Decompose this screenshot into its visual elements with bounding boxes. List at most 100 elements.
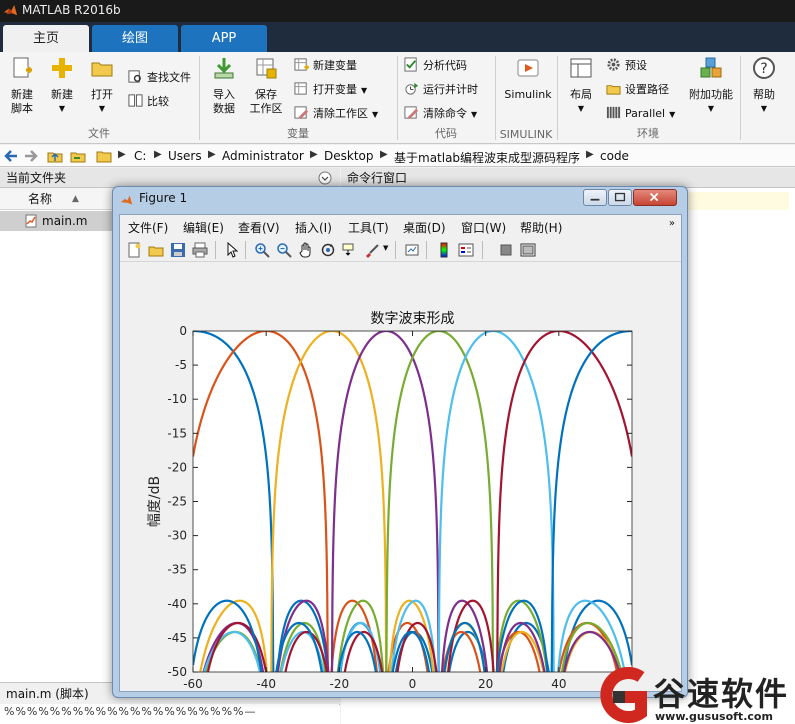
run-and-time-label: 运行并计时 — [423, 83, 478, 96]
x-tick-label: 0 — [409, 677, 417, 691]
new-script-button[interactable]: 新建 脚本 — [4, 56, 40, 116]
clear-commands-button[interactable]: 清除命令 ▼ — [404, 104, 477, 124]
menu-edit[interactable]: 编辑(E) — [183, 219, 224, 236]
breadcrumb-item[interactable]: code — [600, 149, 629, 163]
tab-plots[interactable]: 绘图 — [92, 25, 178, 52]
parallel-button[interactable]: Parallel ▼ — [606, 104, 675, 124]
y-tick-label: -45 — [167, 631, 187, 645]
edit-plot-pointer-icon[interactable] — [224, 242, 240, 258]
group-label-code: 代码 — [435, 127, 457, 140]
find-files-button[interactable]: 查找文件 — [128, 68, 191, 88]
new-variable-label: 新建变量 — [313, 59, 357, 72]
current-folder-panel-title: 当前文件夹 — [0, 168, 340, 188]
menu-window[interactable]: 窗口(W) — [461, 219, 506, 236]
app-title: MATLAB R2016b — [22, 3, 121, 17]
layout-dropdown-icon[interactable]: ▼ — [563, 102, 599, 116]
addons-button[interactable]: 附加功能 ▼ — [686, 56, 736, 116]
run-and-time-button[interactable]: 运行并计时 — [404, 80, 478, 100]
open-variable-dropdown-icon[interactable]: ▼ — [361, 86, 367, 95]
analyze-code-button[interactable]: 分析代码 — [404, 56, 467, 76]
find-files-label: 查找文件 — [147, 71, 191, 84]
ribbon-separator — [740, 56, 741, 140]
data-cursor-icon[interactable] — [342, 242, 358, 258]
up-folder-icon[interactable] — [47, 148, 63, 164]
layout-button[interactable]: 布局 ▼ — [563, 56, 599, 116]
menu-file[interactable]: 文件(F) — [128, 219, 168, 236]
new-figure-icon[interactable] — [126, 242, 142, 258]
watermark-url: www.gususoft.com — [655, 710, 773, 723]
file-details-label: main.m (脚本) — [6, 687, 89, 701]
new-button[interactable]: 新建 ▼ — [44, 56, 80, 116]
help-button[interactable]: ? 帮助 ▼ — [746, 56, 782, 116]
menu-overflow-icon[interactable]: » — [669, 218, 675, 229]
zoom-out-icon[interactable] — [276, 242, 292, 258]
show-plot-tools-icon[interactable] — [520, 242, 536, 258]
clear-workspace-dropdown-icon[interactable]: ▼ — [372, 110, 378, 119]
column-header-name[interactable]: 名称 — [28, 188, 52, 210]
current-folder-address-bar: ▶ C: ▶ Users ▶ Administrator ▶ Desktop ▶… — [0, 145, 795, 167]
new-dropdown-icon[interactable]: ▼ — [44, 102, 80, 116]
brush-dropdown-icon[interactable]: ▼ — [383, 244, 388, 252]
svg-text:?: ? — [760, 61, 767, 77]
menu-tools[interactable]: 工具(T) — [348, 219, 389, 236]
zoom-in-icon[interactable] — [254, 242, 270, 258]
set-path-button[interactable]: 设置路径 — [606, 80, 669, 100]
simulink-button[interactable]: Simulink — [500, 56, 556, 102]
analyze-code-icon — [404, 57, 417, 72]
figure-menubar: 文件(F) 编辑(E) 查看(V) 插入(I) 工具(T) 桌面(D) 窗口(W… — [120, 215, 681, 237]
pan-hand-icon[interactable] — [298, 242, 314, 258]
insert-colorbar-icon[interactable] — [436, 242, 452, 258]
breadcrumb-item[interactable]: Users — [168, 149, 202, 163]
parallel-dropdown-icon[interactable]: ▼ — [669, 110, 675, 119]
menu-insert[interactable]: 插入(I) — [295, 219, 332, 236]
menu-help[interactable]: 帮助(H) — [520, 219, 562, 236]
browse-folder-icon[interactable] — [70, 148, 86, 164]
help-icon: ? — [753, 57, 775, 79]
addons-dropdown-icon[interactable]: ▼ — [686, 102, 736, 116]
new-plus-icon — [52, 58, 72, 78]
new-script-label: 新建 脚本 — [11, 88, 33, 115]
brush-icon[interactable] — [364, 242, 380, 258]
back-arrow-icon[interactable] — [3, 148, 19, 164]
panel-actions-chevron-icon[interactable] — [318, 171, 332, 185]
breadcrumb-item[interactable]: 基于matlab编程波束成型源码程序 — [394, 149, 580, 166]
open-button[interactable]: 打开 ▼ — [84, 56, 120, 116]
minimize-button[interactable] — [583, 189, 607, 206]
hide-plot-tools-icon[interactable] — [498, 242, 514, 258]
ribbon-tab-strip: 主页 绘图 APP — [0, 22, 795, 52]
open-variable-button[interactable]: 打开变量 ▼ — [294, 80, 367, 100]
y-tick-label: -20 — [167, 460, 187, 474]
clear-commands-dropdown-icon[interactable]: ▼ — [471, 110, 477, 119]
tab-home[interactable]: 主页 — [3, 25, 89, 52]
insert-legend-icon[interactable] — [458, 242, 474, 258]
menu-view[interactable]: 查看(V) — [238, 219, 280, 236]
file-name: main.m — [42, 214, 88, 228]
rotate-3d-icon[interactable] — [320, 242, 336, 258]
matlab-logo-icon — [3, 4, 18, 16]
import-data-button[interactable]: 导入 数据 — [205, 56, 243, 116]
breadcrumb-item[interactable]: C: — [134, 149, 146, 163]
maximize-button[interactable] — [608, 189, 632, 206]
new-variable-button[interactable]: 新建变量 — [294, 56, 357, 76]
clear-workspace-button[interactable]: 清除工作区 ▼ — [294, 104, 378, 124]
y-tick-label: -10 — [167, 392, 187, 406]
figure-window-title: Figure 1 — [139, 191, 188, 205]
breadcrumb-item[interactable]: Desktop — [324, 149, 374, 163]
help-dropdown-icon[interactable]: ▼ — [746, 102, 782, 116]
breadcrumb-item[interactable]: Administrator — [222, 149, 304, 163]
menu-desktop[interactable]: 桌面(D) — [403, 219, 446, 236]
close-window-button[interactable] — [633, 189, 677, 206]
save-figure-icon[interactable] — [170, 242, 186, 258]
open-dropdown-icon[interactable]: ▼ — [84, 102, 120, 116]
open-file-icon[interactable] — [148, 242, 164, 258]
tab-apps[interactable]: APP — [181, 25, 267, 52]
toolbar-separator — [395, 241, 396, 259]
compare-button[interactable]: 比较 — [128, 92, 169, 112]
breadcrumb-separator: ▶ — [118, 149, 126, 160]
save-workspace-button[interactable]: 保存 工作区 — [246, 56, 286, 116]
preferences-button[interactable]: 预设 — [606, 56, 647, 76]
link-plot-icon[interactable] — [404, 242, 420, 258]
forward-arrow-icon[interactable] — [23, 148, 39, 164]
print-figure-icon[interactable] — [192, 242, 208, 258]
clear-workspace-label: 清除工作区 — [313, 107, 368, 120]
